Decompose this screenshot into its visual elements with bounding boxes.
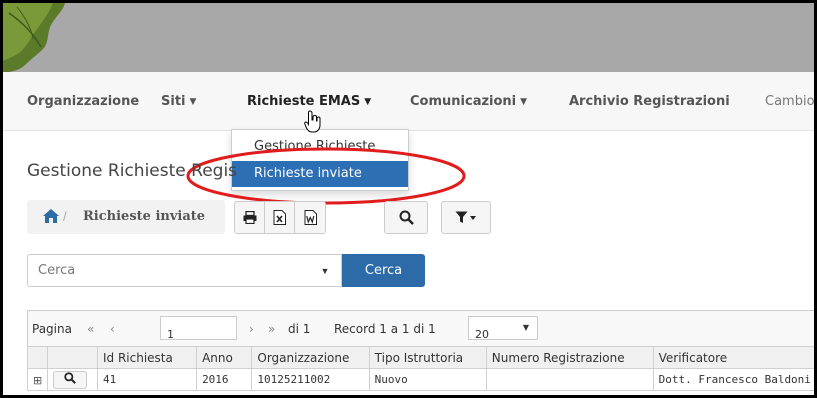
search-icon [64,371,77,384]
nav-comunicazioni[interactable]: Comunicazioni ▼ [410,94,527,109]
nav-label: Archivio Registrazioni [569,94,730,109]
nav-siti[interactable]: Siti ▼ [161,94,196,109]
action-column-header [47,346,98,369]
record-count: Record 1 a 1 di 1 [334,322,436,336]
last-page-icon[interactable]: » [268,322,275,336]
page-number-value: 1 [167,328,174,341]
prev-page-icon[interactable]: ‹ [110,322,115,336]
home-icon[interactable] [42,208,60,224]
pager-bar: Pagina « ‹ 1 › » di 1 Record 1 a 1 di 1 … [27,310,814,346]
nav-label: Richieste EMAS [247,94,361,109]
cell-tipo-istruttoria: Nuovo [368,368,487,391]
hand-cursor-icon [304,110,321,133]
next-page-icon[interactable]: › [249,322,254,336]
word-file-icon [304,210,317,225]
filter-button[interactable] [441,201,491,234]
page-size-value: 20 [475,328,489,341]
caret-down-icon: ▼ [189,97,197,107]
nav-cambio[interactable]: Cambio [765,94,815,109]
cell-numero-registrazione [485,368,654,391]
nav-label: Siti [161,94,186,109]
nav-organizzazione[interactable]: Organizzazione [27,94,139,109]
export-word-button[interactable] [295,202,325,233]
caret-down-icon: ▼ [364,97,372,107]
header-banner [3,3,814,72]
cell-anno: 2016 [196,368,253,391]
table-row: ⊞ 41 2016 10125211002 Nuovo Dott. France… [26,368,814,391]
column-header[interactable]: Numero Registrazione [485,346,654,369]
print-button[interactable] [235,202,265,233]
column-header[interactable]: Id Richiesta [96,346,198,369]
search-toggle-button[interactable] [384,201,428,234]
caret-down-icon: ▼ [522,323,529,332]
page-count: di 1 [288,322,311,336]
app-window: Organizzazione Siti ▼ Richieste EMAS ▼ Com… [0,0,817,398]
column-header[interactable]: Verificatore [652,346,814,369]
first-page-icon[interactable]: « [87,322,94,336]
breadcrumb: / Richieste inviate [27,200,225,234]
export-excel-button[interactable] [265,202,295,233]
column-header[interactable]: Anno [196,346,253,369]
column-header[interactable]: Organizzazione [251,346,370,369]
column-header[interactable]: Tipo Istruttoria [368,346,487,369]
search-dropdown-toggle[interactable]: ▼ [309,254,342,287]
nav-archivio-registrazioni[interactable]: Archivio Registrazioni [569,94,730,109]
view-cell [47,368,98,391]
caret-down-icon: ▼ [520,97,528,107]
breadcrumb-current: Richieste inviate [83,209,206,224]
breadcrumb-separator: / [63,209,67,224]
export-toolbar [234,201,326,234]
print-icon [243,211,256,224]
richieste-table: Id Richiesta Anno Organizzazione Tipo Is… [26,346,814,391]
expand-row-button[interactable]: ⊞ [26,368,49,391]
cell-organizzazione: 10125211002 [251,368,370,391]
table-header-row: Id Richiesta Anno Organizzazione Tipo Is… [26,346,814,369]
excel-file-icon [273,210,286,225]
expand-icon: ⊞ [33,373,43,387]
nav-label: Organizzazione [27,94,140,109]
main-navbar: Organizzazione Siti ▼ Richieste EMAS ▼ Com… [3,72,815,131]
page-title: Gestione Richieste Regis [27,161,238,181]
search-button[interactable]: Cerca [342,254,425,287]
page-number-input[interactable]: 1 [160,316,237,341]
search-input[interactable]: Cerca [27,254,310,287]
nav-richieste-emas[interactable]: Richieste EMAS ▼ [247,94,371,109]
leaf-logo [3,3,65,72]
page-size-select[interactable]: 20 ▼ [468,316,538,341]
search-icon [399,210,414,225]
cell-id-richiesta: 41 [96,368,198,391]
expand-column-header [26,346,49,369]
filter-icon [455,211,476,223]
search-placeholder: Cerca [38,263,76,278]
nav-label: Comunicazioni [410,94,517,109]
nav-label: Cambio [765,94,815,109]
cell-verificatore: Dott. Francesco Baldoni [652,368,814,391]
view-detail-button[interactable] [53,370,88,389]
pager-label: Pagina [32,322,72,336]
caret-down-icon: ▼ [320,265,330,276]
